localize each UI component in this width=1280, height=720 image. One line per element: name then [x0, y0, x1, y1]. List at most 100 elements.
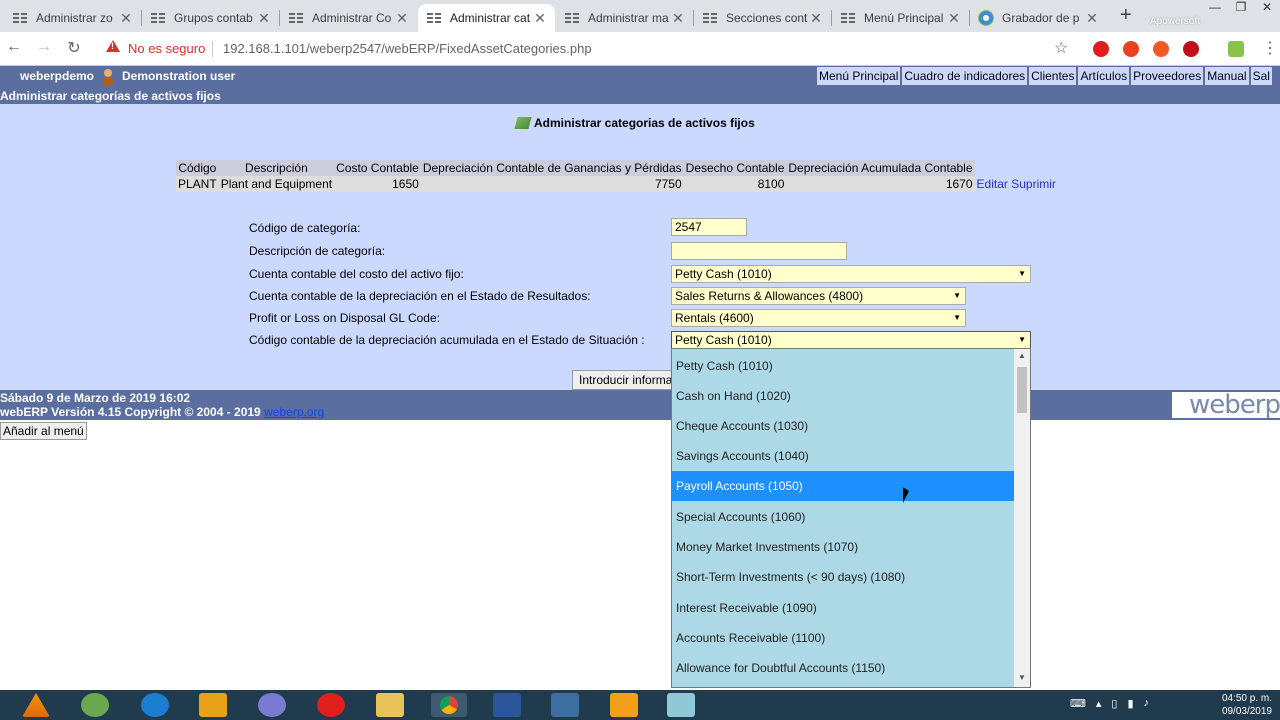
- close-icon[interactable]: ✕: [1085, 10, 1099, 27]
- menu-items[interactable]: Artículos: [1078, 67, 1130, 85]
- depreciation-account-select[interactable]: Sales Returns & Allowances (4800): [671, 287, 966, 305]
- opera-extension-icon[interactable]: [1093, 41, 1109, 57]
- dropdown-option-highlighted[interactable]: Payroll Accounts (1050): [672, 471, 1015, 501]
- accounts-dropdown-list[interactable]: Petty Cash (1010) Cash on Hand (1020) Ch…: [671, 348, 1031, 688]
- forward-icon[interactable]: →: [32, 38, 56, 56]
- browser-tab-active[interactable]: Administrar cat ✕: [418, 4, 555, 32]
- hotspot-icon[interactable]: [81, 693, 109, 717]
- dropdown-option[interactable]: Special Accounts (1060): [672, 502, 1015, 532]
- cell-disposal: 8100: [683, 176, 787, 192]
- browser-tab-bar: Administrar zo ✕ Grupos contab ✕ Administr…: [0, 0, 1280, 32]
- code-label: Código de categoría:: [249, 221, 361, 235]
- cell-accum-depreciation: 1670: [786, 176, 975, 192]
- close-window-icon[interactable]: ✕: [1254, 0, 1280, 20]
- keyboard-icon[interactable]: ⌨: [1070, 697, 1086, 710]
- menu-customers[interactable]: Clientes: [1029, 67, 1077, 85]
- close-icon[interactable]: ✕: [809, 10, 823, 27]
- main-content: Administrar categorias de activos fijos …: [0, 104, 1280, 390]
- volume-icon[interactable]: ♪: [1144, 697, 1150, 710]
- browser-tab[interactable]: Administrar Co ✕: [280, 4, 417, 32]
- dropdown-option[interactable]: Money Market Investments (1070): [672, 532, 1015, 562]
- address-bar[interactable]: No es seguro 192.168.1.101/weberp2547/we…: [96, 36, 1080, 62]
- accum-depreciation-select[interactable]: Petty Cash (1010): [671, 331, 1031, 349]
- network-icon[interactable]: ▮: [1127, 697, 1133, 710]
- browser-tab[interactable]: Grupos contab ✕: [142, 4, 279, 32]
- dropdown-option[interactable]: Short-Term Investments (< 90 days) (1080…: [672, 562, 1015, 592]
- virtualbox-icon[interactable]: [551, 693, 579, 717]
- reload-icon[interactable]: ↻: [62, 38, 86, 58]
- dropdown-option[interactable]: Interest Receivable (1090): [672, 593, 1015, 623]
- footer-link[interactable]: weberp.org: [264, 405, 324, 419]
- scroll-up-icon[interactable]: ▲: [1014, 351, 1030, 360]
- edit-link[interactable]: Editar: [977, 177, 1008, 191]
- menu-suppliers[interactable]: Proveedores: [1131, 67, 1204, 85]
- close-icon[interactable]: ✕: [257, 10, 271, 27]
- close-icon[interactable]: ✕: [947, 10, 961, 27]
- download-extension-icon[interactable]: [1183, 41, 1199, 57]
- new-tab-button[interactable]: +: [1120, 4, 1132, 27]
- security-status[interactable]: No es seguro: [128, 41, 205, 56]
- web-page: ▮ weberpdemo Demonstration user Administ…: [0, 66, 1280, 690]
- dropdown-option[interactable]: Allowance for Doubtful Accounts (1150): [672, 653, 1015, 683]
- bookmark-star-icon[interactable]: ☆: [1054, 38, 1068, 58]
- top-menu: Menú Principal Cuadro de indicadores Cli…: [817, 67, 1272, 85]
- battery-icon[interactable]: ▯: [1111, 697, 1117, 710]
- play-extension-icon[interactable]: [1153, 41, 1169, 57]
- browser-tab[interactable]: Secciones cont ✕: [694, 4, 831, 32]
- dropdown-option[interactable]: Petty Cash (1010): [672, 351, 1015, 381]
- browser-tab[interactable]: Administrar zo ✕: [4, 4, 141, 32]
- xampp-icon[interactable]: [610, 693, 638, 717]
- dropdown-option[interactable]: Savings Accounts (1040): [672, 441, 1015, 471]
- dropdown-scrollbar[interactable]: ▲ ▼: [1014, 349, 1030, 687]
- grid-icon: [150, 10, 166, 26]
- sublime-icon[interactable]: [199, 693, 227, 717]
- close-icon[interactable]: ✕: [533, 10, 547, 27]
- notes-icon[interactable]: [667, 693, 695, 717]
- close-icon[interactable]: ✕: [395, 10, 409, 27]
- disposal-account-select[interactable]: Rentals (4600): [671, 309, 966, 327]
- menu-dashboard[interactable]: Cuadro de indicadores: [902, 67, 1028, 85]
- menu-manual[interactable]: Manual: [1205, 67, 1249, 85]
- code-input[interactable]: 2547: [671, 218, 747, 236]
- col-cost: Costo Contable: [334, 160, 421, 176]
- dropdown-option[interactable]: Cash on Hand (1020): [672, 381, 1015, 411]
- submit-button[interactable]: Introducir información: [572, 370, 672, 390]
- browser-tab[interactable]: Administrar ma ✕: [556, 4, 693, 32]
- warning-icon: [106, 40, 120, 52]
- teamviewer-icon[interactable]: [141, 693, 169, 717]
- footer-date: Sábado 9 de Marzo de 2019 16:02: [0, 391, 191, 405]
- explorer-icon[interactable]: [376, 693, 404, 717]
- description-input[interactable]: [671, 242, 847, 260]
- add-to-menu-button[interactable]: Añadir al menú: [0, 422, 87, 440]
- browser-tab[interactable]: Menú Principal ✕: [832, 4, 969, 32]
- scrollbar-thumb[interactable]: [1017, 367, 1027, 413]
- menu-logout[interactable]: Sal: [1250, 67, 1272, 85]
- dropdown-option[interactable]: Cheque Accounts (1030): [672, 411, 1015, 441]
- url-text[interactable]: 192.168.1.101/weberp2547/webERP/FixedAss…: [223, 41, 592, 56]
- minimize-icon[interactable]: —: [1202, 0, 1228, 20]
- browser-menu-icon[interactable]: ⋮: [1262, 38, 1278, 58]
- dropdown-option[interactable]: Accounts Receivable (1100): [672, 623, 1015, 653]
- vlc-icon[interactable]: [22, 693, 50, 717]
- cell-cost: 1650: [334, 176, 421, 192]
- chrome-icon[interactable]: [431, 693, 467, 717]
- android-extension-icon[interactable]: [1228, 41, 1244, 57]
- maximize-icon[interactable]: ❐: [1228, 0, 1254, 20]
- word-icon[interactable]: [493, 693, 521, 717]
- tray-clock[interactable]: 04:50 p. m. 09/03/2019: [1222, 692, 1272, 718]
- categories-table: Código Descripción Costo Contable Deprec…: [176, 160, 1058, 192]
- scroll-down-icon[interactable]: ▼: [1014, 673, 1030, 682]
- delete-link[interactable]: Suprimir: [1011, 177, 1056, 191]
- back-icon[interactable]: ←: [2, 38, 26, 56]
- tray-expand-icon[interactable]: ▴: [1096, 697, 1102, 710]
- opera-icon[interactable]: [317, 693, 345, 717]
- menu-main[interactable]: Menú Principal: [817, 67, 901, 85]
- col-description: Descripción: [218, 160, 335, 176]
- close-icon[interactable]: ✕: [671, 10, 685, 27]
- dolphin-icon[interactable]: [258, 693, 286, 717]
- close-icon[interactable]: ✕: [119, 10, 133, 27]
- cost-account-select[interactable]: Petty Cash (1010): [671, 265, 1031, 283]
- flash-extension-icon[interactable]: [1123, 41, 1139, 57]
- browser-tab[interactable]: Grabador de p ✕: [970, 4, 1107, 32]
- money-icon: [514, 117, 532, 129]
